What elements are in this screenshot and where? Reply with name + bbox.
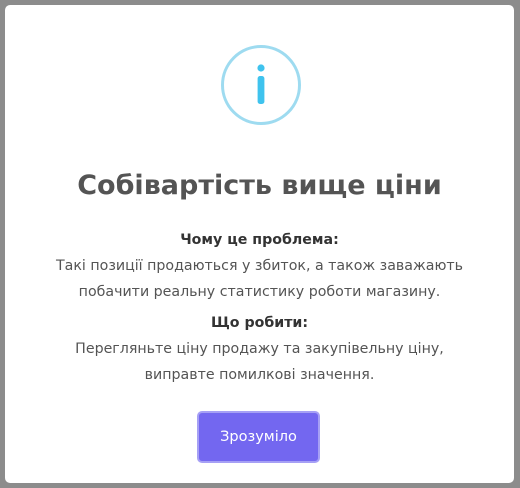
what-heading: Що робити:	[210, 315, 309, 331]
why-heading: Чому це проблема:	[180, 232, 339, 248]
what-text-line-2: виправте помилкові значення.	[144, 367, 375, 383]
what-text-line-1: Перегляньте ціну продажу та закупівельну…	[75, 341, 444, 357]
info-icon-glyph	[257, 64, 265, 104]
why-text-line-1: Такі позиції продаються у збиток, а тако…	[55, 258, 464, 274]
dialog-body: Чому це проблема: Такі позиції продаютьс…	[5, 227, 514, 388]
confirm-button[interactable]: Зрозуміло	[197, 411, 320, 463]
info-icon	[221, 45, 301, 125]
dialog-title: Собівартість вище ціни	[77, 170, 442, 201]
why-text-line-2: побачити реальну статистику роботи магаз…	[78, 284, 441, 300]
info-dialog: Собівартість вище ціни Чому це проблема:…	[5, 5, 514, 483]
